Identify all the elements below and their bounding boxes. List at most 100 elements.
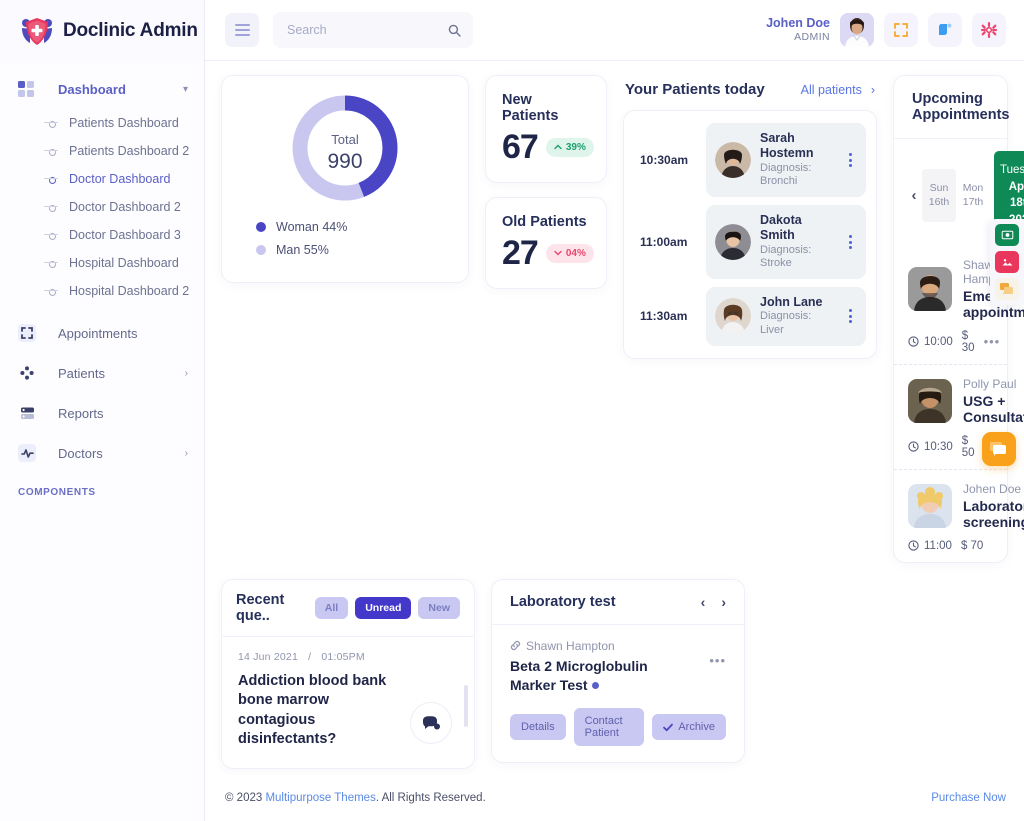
image-icon[interactable] (995, 251, 1019, 273)
question-block: 14 Jun 2021 / 01:05PM Addiction blood ba… (238, 651, 410, 750)
day-cell-sun[interactable]: Sun 16th (922, 169, 956, 222)
bullet-icon (46, 118, 56, 128)
prev-day-button[interactable]: ‹ (906, 187, 922, 204)
kebab-menu-icon[interactable] (843, 235, 857, 249)
sidebar-nav: Dashboard ▾ Patients Dashboard Patients … (0, 61, 204, 504)
prev-test-button[interactable]: ‹ (701, 594, 706, 610)
appointment-info: Johen Doe Laboratory screening (963, 482, 1024, 530)
purchase-now-link[interactable]: Purchase Now (931, 792, 1006, 804)
appointment-price: $ 30 (962, 330, 975, 354)
check-icon (663, 723, 673, 732)
bullet-icon (46, 146, 56, 156)
contact-patient-button[interactable]: Contact Patient (574, 708, 645, 746)
tab-unread[interactable]: Unread (355, 597, 411, 619)
donut-chart: Total 990 (222, 90, 468, 206)
archive-button[interactable]: Archive (652, 714, 726, 740)
chat-icon[interactable] (995, 278, 1019, 300)
list-item[interactable]: 11:00am Dakota Smith Diagnosis: Stroke (634, 205, 866, 279)
money-icon[interactable] (995, 224, 1019, 246)
tab-new[interactable]: New (418, 597, 460, 619)
sidebar-item-doctor-dashboard[interactable]: Doctor Dashboard (0, 165, 204, 193)
day-cell-mon[interactable]: Mon 17th (956, 169, 990, 222)
appointment-top: Shawn Hampton Emergency appointment (908, 258, 993, 320)
chat-bubble-icon[interactable] (410, 702, 452, 744)
sidebar-item-doctor-dashboard-3[interactable]: Doctor Dashboard 3 (0, 221, 204, 249)
all-patients-link[interactable]: All patients › (801, 83, 875, 97)
sidebar-group-label: Dashboard (58, 82, 126, 97)
time-value: 10:00 (924, 336, 953, 348)
clock-icon (908, 540, 919, 551)
lab-patient: Shawn Hampton (510, 639, 709, 653)
search-input[interactable] (287, 23, 448, 37)
lab-test-header: Laboratory test ‹ › (492, 580, 744, 625)
question-meta: 14 Jun 2021 / 01:05PM (238, 651, 410, 663)
app-root: Doclinic Admin Dashboard ▾ Patients Dash… (0, 0, 1024, 821)
sidebar-subitem-label: Patients Dashboard (69, 116, 179, 130)
stat-delta: 04% (566, 248, 586, 259)
clock-icon (908, 441, 919, 452)
lab-patient-name: Shawn Hampton (526, 639, 615, 653)
arrow-up-icon (554, 144, 562, 150)
doctors-pulse-icon (18, 444, 36, 462)
lab-test-column: Laboratory test ‹ › (491, 579, 745, 769)
lab-test-body: Shawn Hampton Beta 2 Microglobulin Marke… (492, 625, 744, 763)
upcoming-appointments-card: Upcoming Appointments ‹ Sun 16th Mon 17t… (893, 75, 1008, 563)
sidebar-item-patients-dashboard-2[interactable]: Patients Dashboard 2 (0, 137, 204, 165)
search-icon[interactable] (448, 24, 461, 37)
appointment-price: $ 70 (961, 540, 983, 552)
kebab-menu-icon[interactable] (843, 309, 857, 323)
clock-icon (908, 336, 919, 347)
tab-all[interactable]: All (315, 597, 348, 619)
details-button[interactable]: Details (510, 714, 566, 740)
chevron-right-icon: › (185, 448, 188, 459)
copyright-suffix: . All Rights Reserved. (376, 792, 486, 804)
gear-flower-icon[interactable] (972, 13, 1006, 47)
donut-legend: Woman 44% Man 55% (222, 206, 468, 257)
chat-support-icon[interactable] (982, 432, 1016, 466)
sidebar-item-patients[interactable]: Patients › (0, 353, 204, 393)
brand[interactable]: Doclinic Admin (0, 0, 204, 61)
bullet-icon (46, 286, 56, 296)
list-item[interactable]: 10:30am Sarah Hostemn Diagnosis: Bronchi (634, 123, 866, 197)
scrollbar[interactable] (464, 685, 468, 727)
hamburger-menu-icon[interactable] (225, 13, 259, 47)
sidebar-item-appointments[interactable]: Appointments (0, 313, 204, 353)
bullet-icon (46, 174, 56, 184)
patient-name: Dakota Smith (760, 213, 834, 244)
sidebar-item-label: Appointments (58, 326, 138, 341)
brand-link[interactable]: Multipurpose Themes (265, 792, 375, 804)
patient-card[interactable]: John Lane Diagnosis: Liver (706, 287, 866, 346)
appointment-top: Polly Paul USG + Consultation (908, 377, 993, 425)
apps-icon[interactable] (928, 13, 962, 47)
sidebar-item-doctors[interactable]: Doctors › (0, 433, 204, 473)
sidebar-item-hospital-dashboard-2[interactable]: Hospital Dashboard 2 (0, 277, 204, 305)
sidebar-item-patients-dashboard[interactable]: Patients Dashboard (0, 109, 204, 137)
stat-title: New Patients (502, 92, 590, 124)
sidebar-item-doctor-dashboard-2[interactable]: Doctor Dashboard 2 (0, 193, 204, 221)
patient-info: Sarah Hostemn Diagnosis: Bronchi (760, 131, 834, 189)
patient-card[interactable]: Dakota Smith Diagnosis: Stroke (706, 205, 866, 279)
sidebar-subitem-label: Patients Dashboard 2 (69, 144, 189, 158)
total-patients-card: Total 990 Woman 44% Man 55% (221, 75, 469, 283)
card-title: Recent que.. (236, 592, 308, 624)
more-options-icon[interactable]: ••• (709, 653, 726, 668)
next-test-button[interactable]: › (721, 594, 726, 610)
more-options-icon[interactable]: ••• (984, 334, 1001, 349)
patient-info: Dakota Smith Diagnosis: Stroke (760, 213, 834, 271)
floating-actions-panel (990, 219, 1024, 305)
fullscreen-icon[interactable] (884, 13, 918, 47)
all-patients-label: All patients (801, 83, 862, 97)
kebab-menu-icon[interactable] (843, 153, 857, 167)
list-item[interactable]: 11:30am John Lane Diagnosis: Liver (634, 287, 866, 346)
sidebar-item-hospital-dashboard[interactable]: Hospital Dashboard (0, 249, 204, 277)
search-box[interactable] (273, 12, 473, 48)
patient-card[interactable]: Sarah Hostemn Diagnosis: Bronchi (706, 123, 866, 197)
time-value: 10:30 (924, 441, 953, 453)
top-row: Total 990 Woman 44% Man 55% (221, 75, 1008, 563)
stats-column: New Patients 67 39% Old Patients 27 (485, 75, 607, 563)
sidebar-item-reports[interactable]: Reports (0, 393, 204, 433)
sidebar-group-dashboard[interactable]: Dashboard ▾ (0, 71, 204, 107)
avatar[interactable] (840, 13, 874, 47)
patients-today-list: 10:30am Sarah Hostemn Diagnosis: Bronchi (623, 110, 877, 359)
patient-diagnosis: Diagnosis: Stroke (760, 244, 834, 272)
